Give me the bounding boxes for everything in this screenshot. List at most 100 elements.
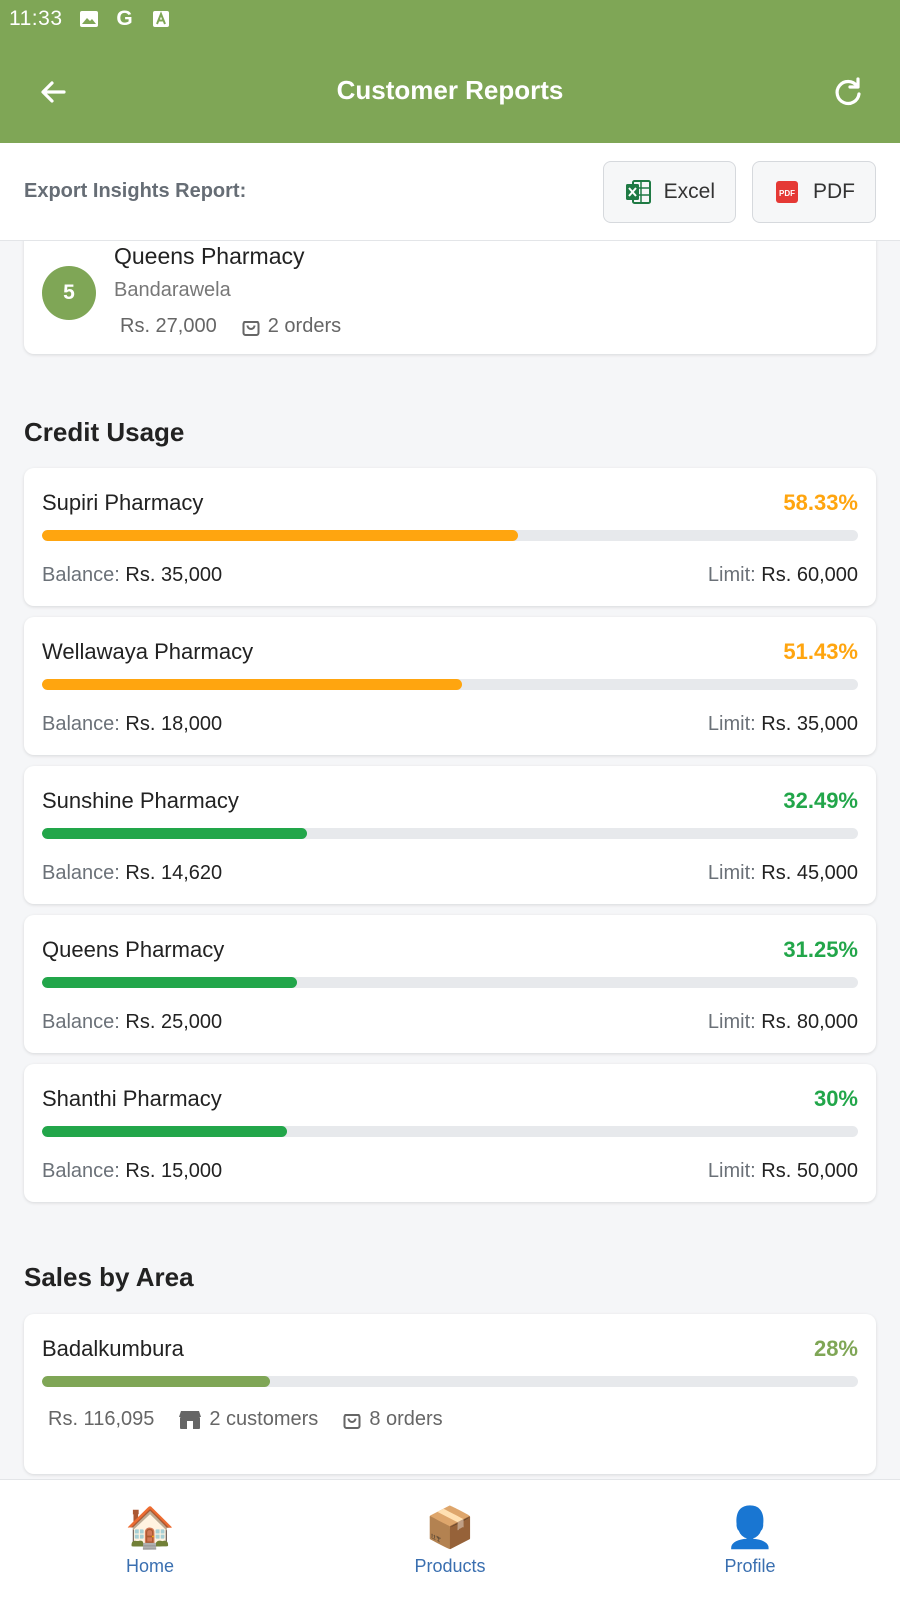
- credit-customer-name: Shanthi Pharmacy: [42, 1086, 222, 1111]
- area-progress-bar: [42, 1376, 858, 1387]
- area-progress-fill: [42, 1376, 271, 1387]
- app-bar: 11:33 G Customer Reports: [0, 0, 900, 143]
- balance-label: Balance:: [42, 713, 120, 735]
- credit-balance: Balance: Rs. 18,000: [42, 713, 222, 736]
- export-excel-button[interactable]: Excel: [602, 160, 736, 223]
- customer-city: Bandarawela: [114, 279, 231, 301]
- rank-badge: 5: [42, 266, 96, 320]
- credit-percent: 51.43%: [783, 639, 858, 664]
- nav-home[interactable]: 🏠 Home: [0, 1480, 300, 1600]
- back-arrow-icon[interactable]: [34, 72, 74, 112]
- balance-label: Balance:: [42, 1160, 120, 1182]
- credit-balance: Balance: Rs. 15,000: [42, 1160, 222, 1183]
- balance-label: Balance:: [42, 564, 120, 586]
- credit-progress-bar: [42, 977, 858, 988]
- export-pdf-button[interactable]: PDF PDF: [752, 160, 876, 223]
- sales-by-area-title: Sales by Area: [24, 1262, 194, 1292]
- export-label: Export Insights Report:: [24, 180, 247, 202]
- package-icon: 📦: [425, 1506, 475, 1550]
- export-bar: Export Insights Report: Excel PDF PDF: [0, 143, 900, 241]
- shopping-bag-icon: [343, 1413, 361, 1429]
- credit-card[interactable]: Wellawaya Pharmacy 51.43% Balance: Rs. 1…: [24, 617, 876, 755]
- area-percent: 28%: [813, 1336, 858, 1361]
- credit-limit: Limit: Rs. 50,000: [708, 1160, 858, 1183]
- balance-value: Rs. 25,000: [125, 1011, 223, 1033]
- nav-products-label: Products: [414, 1556, 486, 1576]
- balance-label: Balance:: [42, 862, 120, 884]
- area-orders-label: 8 orders: [369, 1408, 443, 1430]
- credit-progress-bar: [42, 828, 858, 839]
- credit-progress-fill: [42, 530, 518, 541]
- limit-value: Rs. 80,000: [761, 1011, 858, 1033]
- credit-customer-name: Sunshine Pharmacy: [42, 788, 239, 813]
- area-customers-label: 2 customers: [209, 1408, 319, 1430]
- credit-percent: 31.25%: [783, 937, 858, 962]
- balance-value: Rs. 18,000: [125, 713, 223, 735]
- excel-label: Excel: [663, 179, 715, 203]
- limit-label: Limit:: [707, 862, 756, 884]
- credit-limit: Limit: Rs. 60,000: [708, 564, 858, 587]
- nav-profile-label: Profile: [724, 1556, 776, 1576]
- limit-value: Rs. 50,000: [761, 1160, 858, 1182]
- limit-value: Rs. 35,000: [761, 713, 858, 735]
- credit-limit: Limit: Rs. 35,000: [708, 713, 858, 736]
- shopping-bag-icon: [242, 320, 260, 336]
- credit-progress-bar: [42, 679, 858, 690]
- credit-progress-fill: [42, 679, 462, 690]
- image-icon: [79, 9, 99, 29]
- limit-label: Limit:: [707, 1160, 756, 1182]
- credit-card[interactable]: Supiri Pharmacy 58.33% Balance: Rs. 35,0…: [24, 468, 876, 606]
- report-content[interactable]: 5 Queens Pharmacy Bandarawela Rs. 27,000…: [0, 241, 900, 1479]
- google-icon: G: [116, 7, 133, 30]
- customer-orders-label: 2 orders: [267, 315, 342, 337]
- limit-label: Limit:: [707, 713, 756, 735]
- excel-icon: [624, 178, 652, 206]
- bottom-nav: 🏠 Home 📦 Products 👤 Profile: [0, 1479, 900, 1600]
- credit-balance: Balance: Rs. 35,000: [42, 564, 222, 587]
- customer-name: Queens Pharmacy: [114, 243, 305, 269]
- profile-icon: 👤: [725, 1506, 775, 1550]
- credit-card[interactable]: Shanthi Pharmacy 30% Balance: Rs. 15,000…: [24, 1064, 876, 1202]
- credit-limit: Limit: Rs. 80,000: [708, 1011, 858, 1034]
- credit-card[interactable]: Sunshine Pharmacy 32.49% Balance: Rs. 14…: [24, 766, 876, 904]
- credit-balance: Balance: Rs. 25,000: [42, 1011, 222, 1034]
- credit-limit: Limit: Rs. 45,000: [708, 862, 858, 885]
- credit-percent: 32.49%: [783, 788, 858, 813]
- font-icon: [151, 9, 171, 29]
- status-time: 11:33: [9, 7, 63, 30]
- refresh-icon[interactable]: [828, 72, 868, 112]
- customer-meta: Rs. 27,000 2 orders: [120, 315, 365, 338]
- credit-progress-fill: [42, 1126, 287, 1137]
- area-meta: Rs. 116,095 2 customers 8 orders: [48, 1408, 467, 1431]
- credit-progress-bar: [42, 1126, 858, 1137]
- credit-percent: 30%: [813, 1086, 858, 1111]
- pdf-icon: PDF: [773, 178, 801, 206]
- area-orders: 8 orders: [342, 1408, 443, 1431]
- limit-value: Rs. 60,000: [761, 564, 858, 586]
- credit-customer-name: Supiri Pharmacy: [42, 490, 204, 515]
- credit-usage-title: Credit Usage: [24, 417, 185, 447]
- status-bar: 11:33 G: [0, 0, 900, 38]
- nav-home-label: Home: [125, 1556, 174, 1576]
- nav-products[interactable]: 📦 Products: [300, 1480, 600, 1600]
- area-customers: 2 customers: [178, 1408, 318, 1431]
- limit-value: Rs. 45,000: [761, 862, 858, 884]
- limit-label: Limit:: [707, 564, 756, 586]
- balance-value: Rs. 15,000: [125, 1160, 223, 1182]
- svg-text:PDF: PDF: [779, 189, 795, 198]
- area-card[interactable]: Badalkumbura 28% Rs. 116,095 2 customers…: [24, 1314, 876, 1474]
- credit-percent: 58.33%: [783, 490, 858, 515]
- customer-orders: 2 orders: [241, 315, 341, 338]
- page-title: Customer Reports: [336, 74, 564, 105]
- top-customer-card: 5 Queens Pharmacy Bandarawela Rs. 27,000…: [24, 241, 876, 354]
- credit-progress-fill: [42, 977, 297, 988]
- balance-value: Rs. 14,620: [125, 862, 223, 884]
- credit-card[interactable]: Queens Pharmacy 31.25% Balance: Rs. 25,0…: [24, 915, 876, 1053]
- balance-label: Balance:: [42, 1011, 120, 1033]
- credit-customer-name: Queens Pharmacy: [42, 937, 225, 962]
- credit-progress-fill: [42, 828, 308, 839]
- credit-progress-bar: [42, 530, 858, 541]
- credit-customer-name: Wellawaya Pharmacy: [42, 639, 254, 664]
- title-bar: Customer Reports: [0, 52, 900, 128]
- nav-profile[interactable]: 👤 Profile: [600, 1480, 900, 1600]
